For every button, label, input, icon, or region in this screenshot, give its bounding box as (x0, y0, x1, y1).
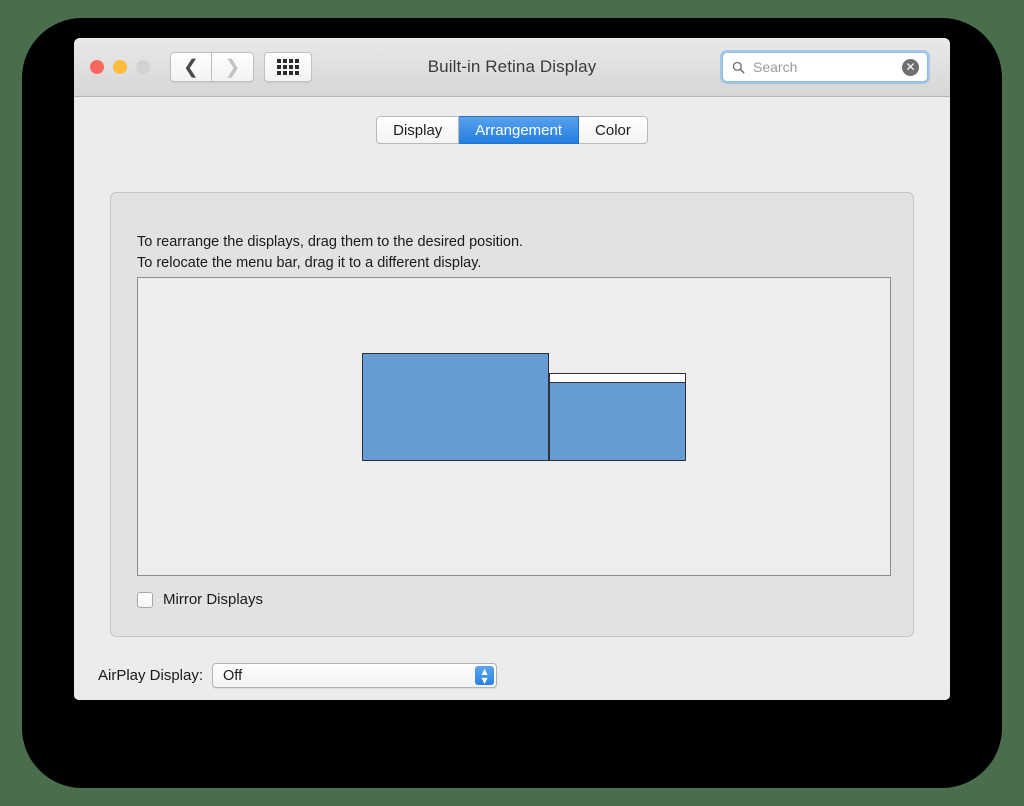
tab-arrangement[interactable]: Arrangement (459, 116, 579, 144)
tab-bar: Display Arrangement Color (74, 116, 950, 144)
search-icon (732, 61, 745, 74)
search-field[interactable]: ✕ (722, 52, 928, 82)
airplay-display-select[interactable]: Off ▲ ▼ (212, 663, 497, 688)
system-preferences-window: ❮ ❯ Built-in Retina Display ✕ Display A (74, 38, 950, 700)
search-input[interactable] (751, 58, 902, 76)
tab-color[interactable]: Color (579, 116, 648, 144)
mirror-displays-label: Mirror Displays (163, 591, 263, 608)
clear-search-icon[interactable]: ✕ (902, 59, 919, 76)
airplay-display-label: AirPlay Display: (98, 667, 203, 684)
menu-bar-strip[interactable] (550, 374, 685, 383)
window-content: Display Arrangement Color To rearrange t… (74, 97, 950, 700)
instructions-text: To rearrange the displays, drag them to … (137, 232, 523, 274)
stepper-down-glyph: ▼ (475, 676, 494, 685)
display-arrangement-canvas[interactable] (137, 277, 891, 576)
tab-display[interactable]: Display (376, 116, 459, 144)
secondary-display-thumbnail[interactable] (549, 373, 686, 461)
mirror-displays-checkbox[interactable] (137, 592, 153, 608)
arrangement-panel: To rearrange the displays, drag them to … (110, 192, 914, 637)
stepper-up-glyph: ▲ (475, 667, 494, 676)
airplay-display-row: AirPlay Display: Off ▲ ▼ (98, 663, 497, 688)
main-display-thumbnail[interactable] (362, 353, 549, 461)
stepper-up-down-icon[interactable]: ▲ ▼ (475, 666, 494, 685)
instructions-line-1: To rearrange the displays, drag them to … (137, 232, 523, 253)
mirror-displays-row[interactable]: Mirror Displays (137, 591, 263, 608)
instructions-line-2: To relocate the menu bar, drag it to a d… (137, 253, 523, 274)
airplay-display-value: Off (223, 668, 242, 684)
window-titlebar: ❮ ❯ Built-in Retina Display ✕ (74, 38, 950, 97)
